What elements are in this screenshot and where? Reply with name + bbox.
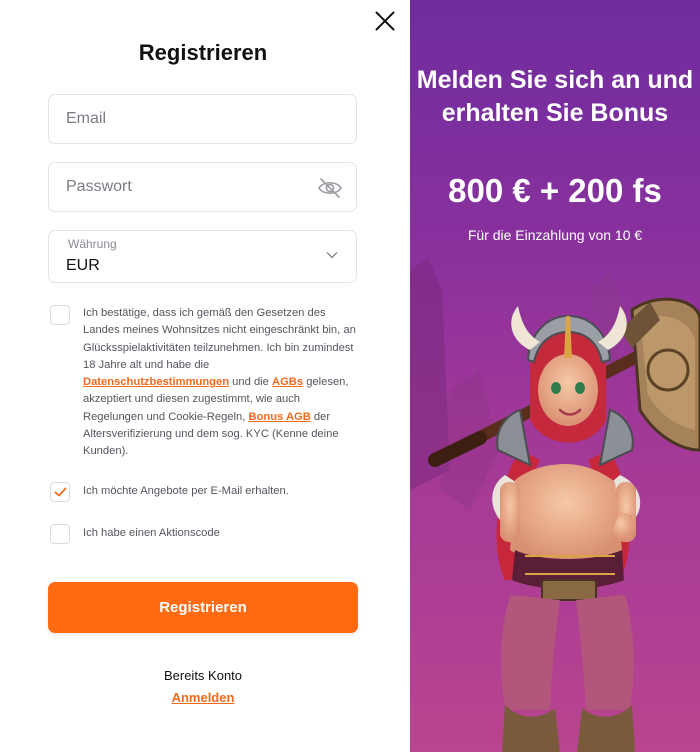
email-offers-checkbox[interactable]: [50, 482, 70, 502]
terms-text-part: und die: [229, 376, 272, 389]
eye-off-icon[interactable]: [317, 177, 343, 199]
checkmark-icon: [54, 487, 67, 497]
close-icon[interactable]: [372, 8, 398, 34]
terms-checkbox[interactable]: [50, 305, 70, 325]
email-field: [48, 94, 357, 144]
promo-banner: Melden Sie sich an und erhalten Sie Bonu…: [410, 0, 700, 752]
agb-link[interactable]: AGBs: [272, 376, 303, 388]
terms-text: Ich bestätige, dass ich gemäß den Gesetz…: [83, 305, 358, 461]
page-title: Registrieren: [138, 40, 268, 65]
password-input[interactable]: [49, 163, 356, 211]
email-offers-label: Ich möchte Angebote per E-Mail erhalten.: [83, 485, 289, 497]
email-input[interactable]: [49, 95, 356, 143]
bonus-agb-link[interactable]: Bonus AGB: [248, 411, 310, 423]
currency-value: EUR: [66, 257, 100, 274]
chevron-down-icon: [326, 252, 338, 259]
promo-code-label: Ich habe einen Aktionscode: [83, 527, 220, 539]
privacy-policy-link[interactable]: Datenschutzbestimmungen: [83, 376, 229, 388]
currency-label: Währung: [68, 237, 117, 251]
has-account-text: Bereits Konto: [163, 668, 243, 683]
promo-headline: Melden Sie sich an und erhalten Sie Bonu…: [416, 66, 694, 127]
login-link[interactable]: Anmelden: [0, 690, 406, 705]
terms-text-part: Ich bestätige, dass ich gemäß den Gesetz…: [83, 307, 356, 371]
viking-character-illustration: [410, 250, 700, 752]
promo-subtext: Für die Einzahlung von 10 €: [467, 227, 643, 243]
registration-panel: Registrieren Währung EUR Ich bestätige, …: [0, 0, 410, 752]
currency-select[interactable]: Währung EUR: [48, 230, 357, 283]
promo-code-checkbox[interactable]: [50, 524, 70, 544]
register-button[interactable]: Registrieren: [48, 582, 358, 633]
password-field: [48, 162, 357, 212]
promo-amount: 800 € + 200 fs: [448, 172, 662, 209]
